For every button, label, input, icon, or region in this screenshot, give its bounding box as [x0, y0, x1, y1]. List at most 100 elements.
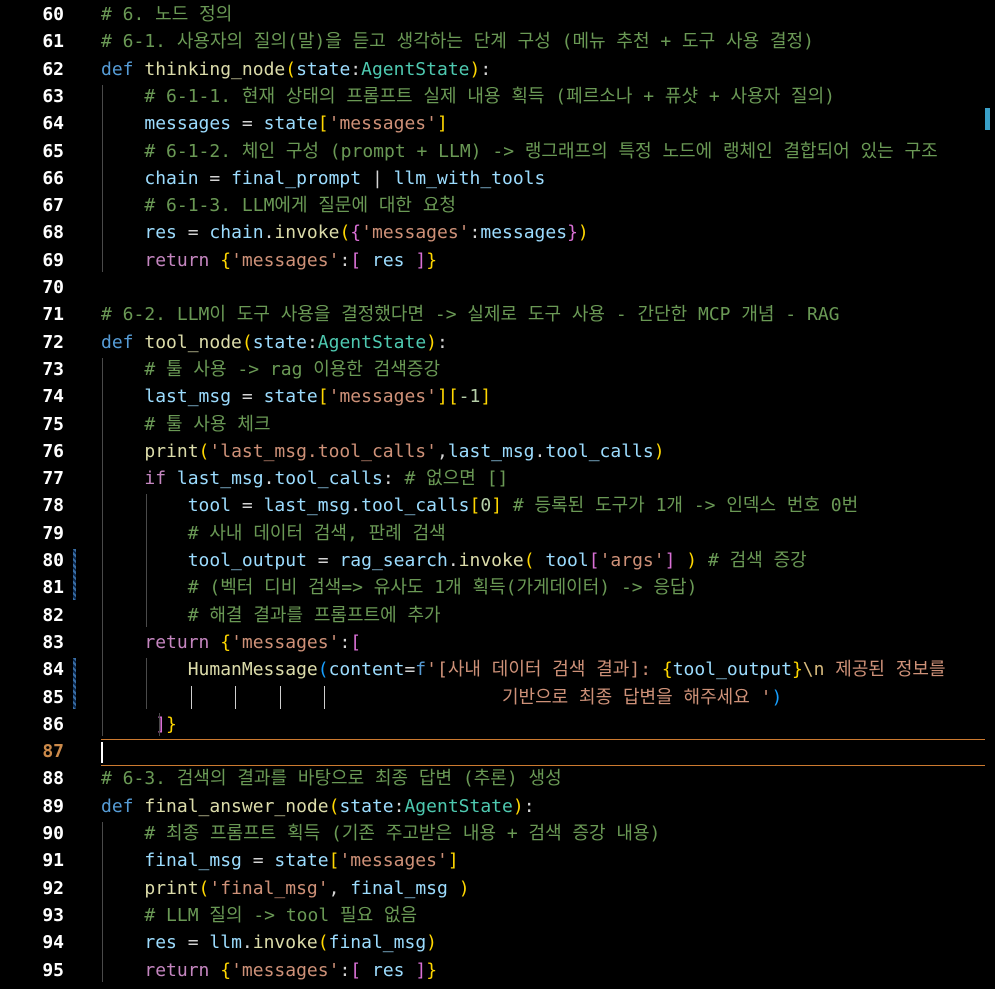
- code-line[interactable]: 75 # 툴 사용 체크: [0, 411, 995, 438]
- code-text: tool_output = rag_search.invoke( tool['a…: [101, 547, 807, 574]
- code-line[interactable]: 90 # 최종 프롬프트 획득 (기존 주고받은 내용 + 검색 증강 내용): [0, 820, 995, 847]
- code-line[interactable]: 80 tool_output = rag_search.invoke( tool…: [0, 547, 995, 574]
- code-token: AgentState: [317, 331, 427, 353]
- code-token: ,: [328, 877, 351, 899]
- code-line[interactable]: 71 # 6-2. LLM이 도구 사용을 결정했다면 -> 실제로 도구 사용 …: [0, 301, 995, 328]
- line-number: 61: [42, 31, 64, 53]
- code-line[interactable]: 74 last_msg = state['messages'][-1]: [0, 383, 995, 410]
- code-text: if last_msg.tool_calls: # 없으면 []: [101, 465, 508, 492]
- code-line[interactable]: 94 res = llm.invoke(final_msg): [0, 929, 995, 956]
- code-text: # 6-1-1. 현재 상태의 프롬프트 실제 내용 획득 (페르소나 + 퓨샷…: [101, 83, 835, 110]
- code-token: last_msg: [176, 468, 264, 490]
- code-token: invoke: [274, 222, 340, 244]
- code-text: ]}: [101, 711, 177, 738]
- code-token: ): [469, 58, 481, 80]
- code-token: =: [404, 659, 416, 681]
- scrollbar-marker[interactable]: [985, 108, 990, 130]
- code-token: ]: [415, 959, 427, 981]
- code-line[interactable]: 77 if last_msg.tool_calls: # 없으면 []: [0, 465, 995, 492]
- code-line[interactable]: 69 return {'messages':[ res ]}: [0, 247, 995, 274]
- code-line[interactable]: 66 chain = final_prompt | llm_with_tools: [0, 165, 995, 192]
- code-token: }: [567, 222, 578, 244]
- code-token: (: [317, 932, 329, 954]
- line-number: 88: [42, 768, 64, 790]
- line-number: 93: [42, 904, 64, 926]
- code-line[interactable]: 60 # 6. 노드 정의: [0, 1, 995, 28]
- code-token: :: [306, 331, 318, 353]
- code-line[interactable]: 91 final_msg = state['messages']: [0, 847, 995, 874]
- code-token: :: [339, 249, 351, 271]
- code-token: tool_output: [672, 659, 792, 681]
- code-text: def tool_node(state:AgentState):: [101, 329, 448, 356]
- code-token: 기반으로 최종 답변을 해주세요 ': [501, 686, 772, 708]
- code-token: [: [469, 495, 481, 517]
- code-token: final_msg: [144, 850, 242, 872]
- code-line[interactable]: 81 # (벡터 디비 검색=> 유사도 1개 획득(가게데이터) -> 응답): [0, 574, 995, 601]
- indent-guide: [280, 685, 281, 709]
- code-token: # 사내 데이터 검색, 판례 검색: [187, 522, 446, 544]
- line-number: 78: [42, 495, 64, 517]
- code-line[interactable]: 85 기반으로 최종 답변을 해주세요 '): [0, 684, 995, 711]
- code-token: {: [220, 959, 232, 981]
- code-token: final_msg: [328, 932, 427, 954]
- code-line[interactable]: 65 # 6-1-2. 체인 구성 (prompt + LLM) -> 랭그래프…: [0, 138, 995, 165]
- code-text: print('last_msg.tool_calls',last_msg.too…: [101, 438, 664, 465]
- code-line[interactable]: 82 # 해결 결과를 프롬프트에 추가: [0, 602, 995, 629]
- code-line[interactable]: 84 HumanMessage(content=f'[사내 데이터 검색 결과]…: [0, 656, 995, 683]
- code-text: last_msg = state['messages'][-1]: [101, 383, 491, 410]
- code-token: # 6-1. 사용자의 질의(말)을 듣고 생각하는 단계 구성 (메뉴 추천 …: [101, 31, 814, 53]
- code-line[interactable]: 70: [0, 274, 995, 301]
- code-token: [: [350, 959, 362, 981]
- code-line[interactable]: 79 # 사내 데이터 검색, 판례 검색: [0, 520, 995, 547]
- code-line[interactable]: 64 messages = state['messages']: [0, 110, 995, 137]
- code-line[interactable]: 78 tool = last_msg.tool_calls[0] # 등록된 도…: [0, 492, 995, 519]
- code-line[interactable]: 95 return {'messages':[ res ]}: [0, 957, 995, 984]
- code-line[interactable]: 88 # 6-3. 검색의 결과를 바탕으로 최종 답변 (추론) 생성: [0, 765, 995, 792]
- code-line[interactable]: 76 print('last_msg.tool_calls',last_msg.…: [0, 438, 995, 465]
- code-token: last_msg: [447, 440, 535, 462]
- code-line[interactable]: 93 # LLM 질의 -> tool 필요 없음: [0, 902, 995, 929]
- code-token: (: [317, 659, 329, 681]
- code-token: rag_search: [339, 550, 448, 571]
- code-line[interactable]: 83 return {'messages':[: [0, 629, 995, 656]
- code-line[interactable]: 72 def tool_node(state:AgentState):: [0, 329, 995, 356]
- code-token: # 해결 결과를 프롬프트에 추가: [187, 604, 441, 626]
- code-line[interactable]: 92 print('final_msg', final_msg ): [0, 875, 995, 902]
- code-line[interactable]: 63 # 6-1-1. 현재 상태의 프롬프트 실제 내용 획득 (페르소나 +…: [0, 83, 995, 110]
- code-line[interactable]: 67 # 6-1-3. LLM에게 질문에 대한 요청: [0, 192, 995, 219]
- code-token: # 등록된 도구가 1개 -> 인덱스 번호 0번: [512, 495, 859, 517]
- code-editor[interactable]: 60 # 6. 노드 정의 61 # 6-1. 사용자의 질의(말)을 듣고 생각하는…: [0, 0, 995, 989]
- code-token: :: [469, 222, 481, 244]
- code-token: (: [198, 440, 210, 462]
- code-token: final_answer_node: [144, 795, 329, 817]
- line-number: 74: [42, 386, 64, 408]
- code-line[interactable]: 62 def thinking_node(state:AgentState):: [0, 56, 995, 83]
- code-line[interactable]: 68 res = chain.invoke({'messages':messag…: [0, 219, 995, 246]
- code-token: invoke: [458, 550, 524, 571]
- code-token: 'last_msg.tool_calls': [209, 440, 437, 462]
- code-line[interactable]: 73 # 툴 사용 -> rag 이용한 검색증강: [0, 356, 995, 383]
- code-token: =: [241, 850, 275, 872]
- code-token: {: [220, 249, 232, 271]
- line-number: 69: [42, 249, 64, 271]
- code-token: f: [415, 659, 427, 681]
- code-token: ]: [491, 495, 503, 517]
- code-token: }: [426, 959, 438, 981]
- code-line[interactable]: 87: [0, 738, 995, 765]
- code-token: final_msg: [350, 877, 448, 899]
- line-number: 73: [42, 358, 64, 380]
- code-token: final_prompt: [231, 167, 362, 189]
- code-line[interactable]: 86 ]}: [0, 711, 995, 738]
- code-token: ]: [480, 386, 492, 408]
- code-line[interactable]: 89 def final_answer_node(state:AgentState…: [0, 793, 995, 820]
- line-number: 80: [42, 550, 64, 571]
- code-line[interactable]: 61 # 6-1. 사용자의 질의(말)을 듣고 생각하는 단계 구성 (메뉴 추…: [0, 28, 995, 55]
- code-text: # 6-3. 검색의 결과를 바탕으로 최종 답변 (추론) 생성: [101, 765, 562, 792]
